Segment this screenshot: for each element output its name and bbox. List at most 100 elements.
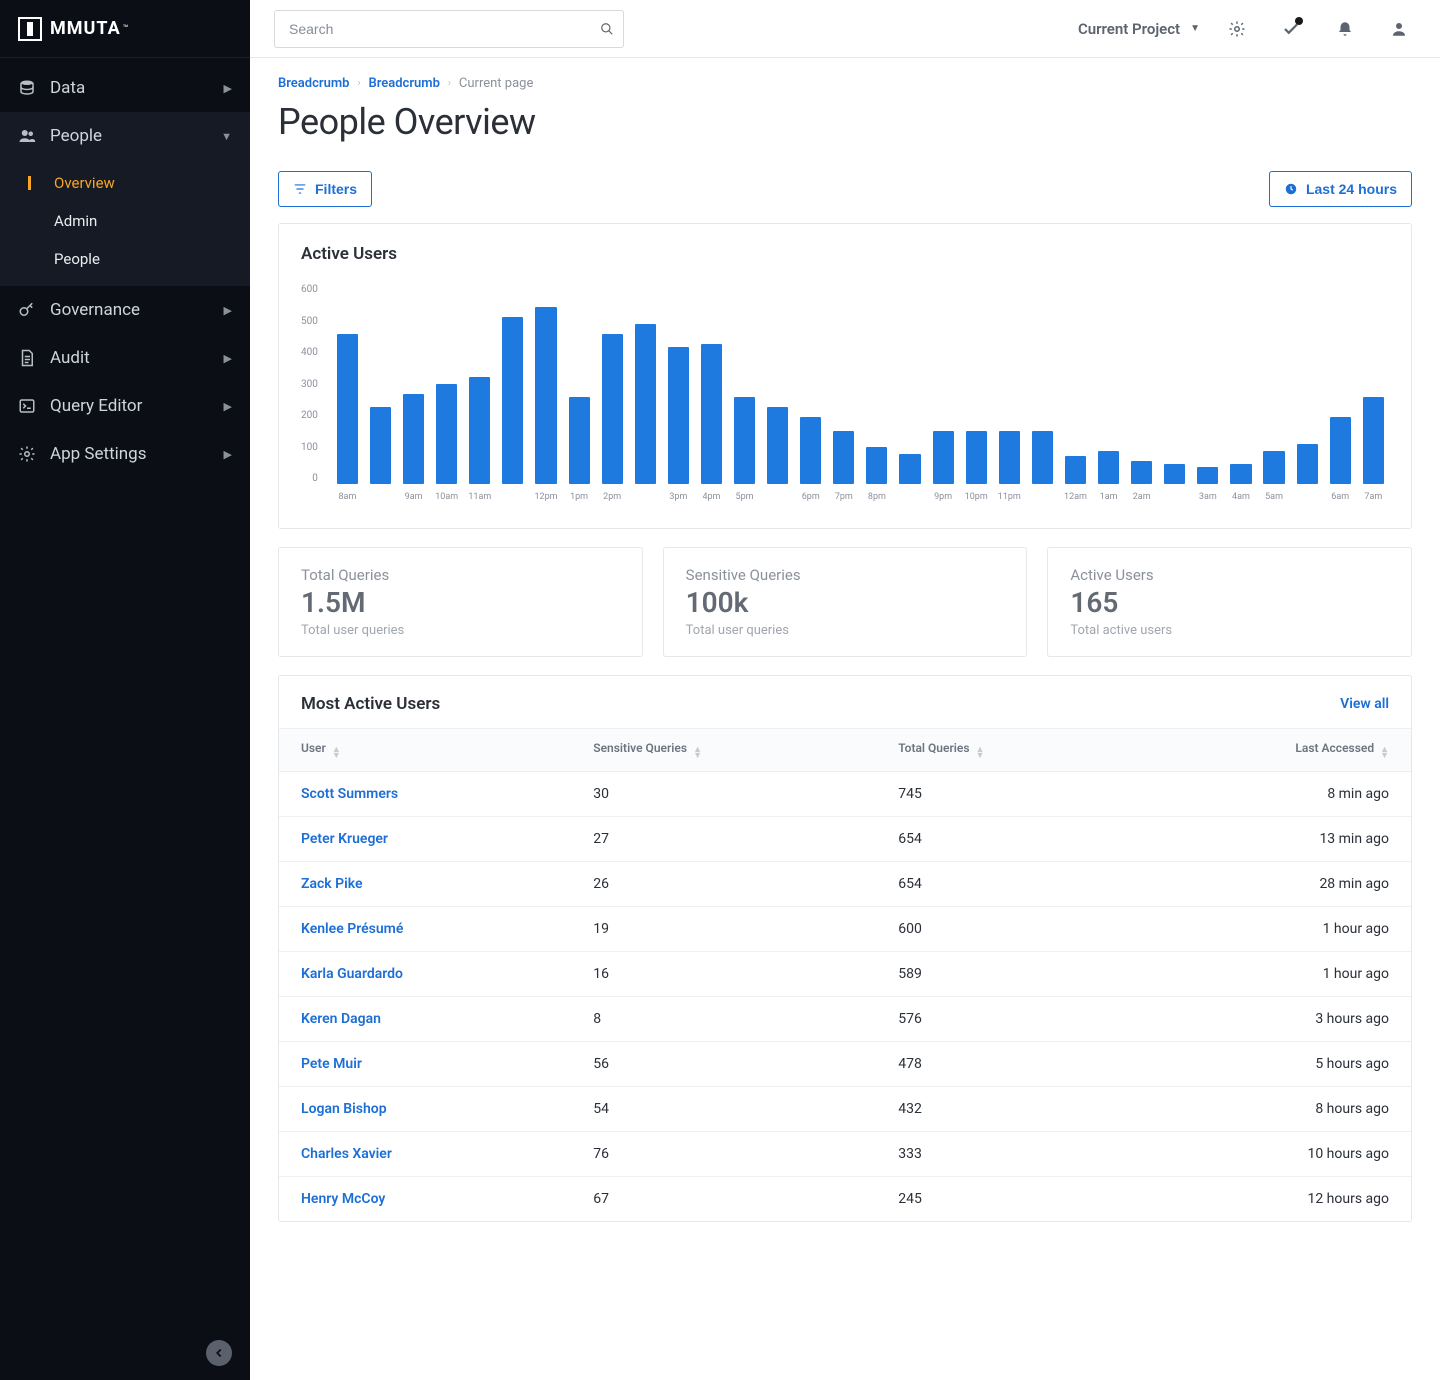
sort-icon: ▲▼: [693, 747, 702, 759]
chart-bar[interactable]: [535, 307, 556, 484]
user-link[interactable]: Pete Muir: [301, 1056, 362, 1072]
user-link[interactable]: Karla Guardardo: [301, 966, 403, 982]
stat-sub: Total user queries: [686, 623, 1005, 638]
settings-button[interactable]: [1220, 12, 1254, 46]
chart-bar[interactable]: [1164, 464, 1185, 484]
chart-bar[interactable]: [469, 377, 490, 484]
chart-bar[interactable]: [370, 407, 391, 484]
trademark-icon: ™: [123, 24, 129, 34]
chart-bar[interactable]: [833, 431, 854, 484]
chart-bar[interactable]: [767, 407, 788, 484]
column-header-user[interactable]: User▲▼: [279, 729, 571, 772]
view-all-link[interactable]: View all: [1340, 696, 1389, 712]
cell-sensitive: 54: [571, 1087, 876, 1132]
chart-bar[interactable]: [1363, 397, 1384, 484]
chevron-right-icon: ›: [357, 78, 360, 89]
search-input[interactable]: [274, 10, 624, 48]
filters-button[interactable]: Filters: [278, 171, 372, 207]
chart-bar[interactable]: [436, 384, 457, 484]
chart-bar[interactable]: [635, 324, 656, 484]
breadcrumb-link[interactable]: Breadcrumb: [368, 76, 439, 91]
x-tick: 8pm: [868, 492, 886, 502]
content: Breadcrumb › Breadcrumb › Current page P…: [250, 58, 1440, 1262]
chart-bar[interactable]: [701, 344, 722, 484]
filter-icon: [293, 182, 307, 196]
sidebar-item-audit[interactable]: Audit ▶: [0, 334, 250, 382]
chart-bar[interactable]: [569, 397, 590, 484]
chart-bar[interactable]: [999, 431, 1020, 484]
chart-bar[interactable]: [668, 347, 689, 484]
logo[interactable]: MMUTA ™: [0, 0, 250, 58]
chart-bar[interactable]: [1263, 451, 1284, 484]
column-header-last-accessed[interactable]: Last Accessed▲▼: [1136, 729, 1411, 772]
sidebar-item-label: People: [50, 126, 102, 146]
chart-bar[interactable]: [1197, 467, 1218, 484]
chart-bar[interactable]: [1297, 444, 1318, 484]
user-link[interactable]: Zack Pike: [301, 876, 363, 892]
chart-bar[interactable]: [1330, 417, 1351, 484]
chart-bar[interactable]: [1131, 461, 1152, 484]
sidebar-subitem-overview[interactable]: Overview: [0, 164, 250, 202]
button-label: Filters: [315, 181, 357, 197]
chart-bar[interactable]: [866, 447, 887, 484]
sidebar-item-app-settings[interactable]: App Settings ▶: [0, 430, 250, 478]
chart-bar[interactable]: [1098, 451, 1119, 484]
chart-bar[interactable]: [337, 334, 358, 484]
chart-bar[interactable]: [899, 454, 920, 484]
clock-icon: [1284, 182, 1298, 196]
sidebar-item-governance[interactable]: Governance ▶: [0, 286, 250, 334]
topbar: Current Project ▼: [250, 0, 1440, 58]
sidebar-item-data[interactable]: Data ▶: [0, 64, 250, 112]
notifications-button[interactable]: [1328, 12, 1362, 46]
sidebar-item-people[interactable]: People ▼: [0, 112, 250, 160]
profile-button[interactable]: [1382, 12, 1416, 46]
chart-bar[interactable]: [1230, 464, 1251, 484]
y-tick: 600: [301, 284, 318, 295]
time-range-button[interactable]: Last 24 hours: [1269, 171, 1412, 207]
sidebar-subitem-admin[interactable]: Admin: [0, 202, 250, 240]
people-icon: [18, 127, 36, 145]
user-link[interactable]: Scott Summers: [301, 786, 398, 802]
chevron-down-icon: ▼: [1190, 23, 1200, 34]
main: Current Project ▼ Breadcrumb › Breadcrum…: [250, 0, 1440, 1380]
chart-bar[interactable]: [734, 397, 755, 484]
project-picker[interactable]: Current Project ▼: [1078, 20, 1200, 38]
user-link[interactable]: Logan Bishop: [301, 1101, 387, 1117]
chart-bar[interactable]: [502, 317, 523, 484]
cell-last-accessed: 5 hours ago: [1136, 1042, 1411, 1087]
chart-bar[interactable]: [1032, 431, 1053, 484]
search-wrap: [274, 10, 624, 48]
toolbar: Filters Last 24 hours: [278, 171, 1412, 207]
chevron-down-icon: ▼: [221, 130, 232, 143]
search-icon[interactable]: [600, 22, 614, 36]
document-icon: [18, 349, 36, 367]
chart-bar[interactable]: [1065, 456, 1086, 484]
chart-bar[interactable]: [602, 334, 623, 484]
breadcrumb-link[interactable]: Breadcrumb: [278, 76, 349, 91]
chart-bar[interactable]: [966, 431, 987, 484]
column-header-total[interactable]: Total Queries▲▼: [876, 729, 1136, 772]
chart-bar[interactable]: [933, 431, 954, 484]
x-tick: 4pm: [702, 492, 720, 502]
user-icon: [1390, 20, 1408, 38]
stats-row: Total Queries 1.5M Total user queries Se…: [278, 547, 1412, 657]
x-tick: 9pm: [934, 492, 952, 502]
column-header-sensitive[interactable]: Sensitive Queries▲▼: [571, 729, 876, 772]
user-link[interactable]: Kenlee Présumé: [301, 921, 403, 937]
x-tick: 1pm: [570, 492, 588, 502]
tasks-button[interactable]: [1274, 12, 1308, 46]
sidebar-subitem-people[interactable]: People: [0, 240, 250, 278]
user-link[interactable]: Peter Krueger: [301, 831, 388, 847]
project-label: Current Project: [1078, 20, 1180, 38]
cell-sensitive: 30: [571, 772, 876, 817]
table-row: Scott Summers 30 745 8 min ago: [279, 772, 1411, 817]
user-link[interactable]: Henry McCoy: [301, 1191, 385, 1207]
chart-bar[interactable]: [800, 417, 821, 484]
user-link[interactable]: Charles Xavier: [301, 1146, 392, 1162]
chart-bar[interactable]: [403, 394, 424, 484]
collapse-sidebar-button[interactable]: [206, 1340, 232, 1366]
bell-icon: [1336, 20, 1354, 38]
notification-dot-icon: [1295, 17, 1303, 25]
user-link[interactable]: Keren Dagan: [301, 1011, 381, 1027]
sidebar-item-query-editor[interactable]: Query Editor ▶: [0, 382, 250, 430]
